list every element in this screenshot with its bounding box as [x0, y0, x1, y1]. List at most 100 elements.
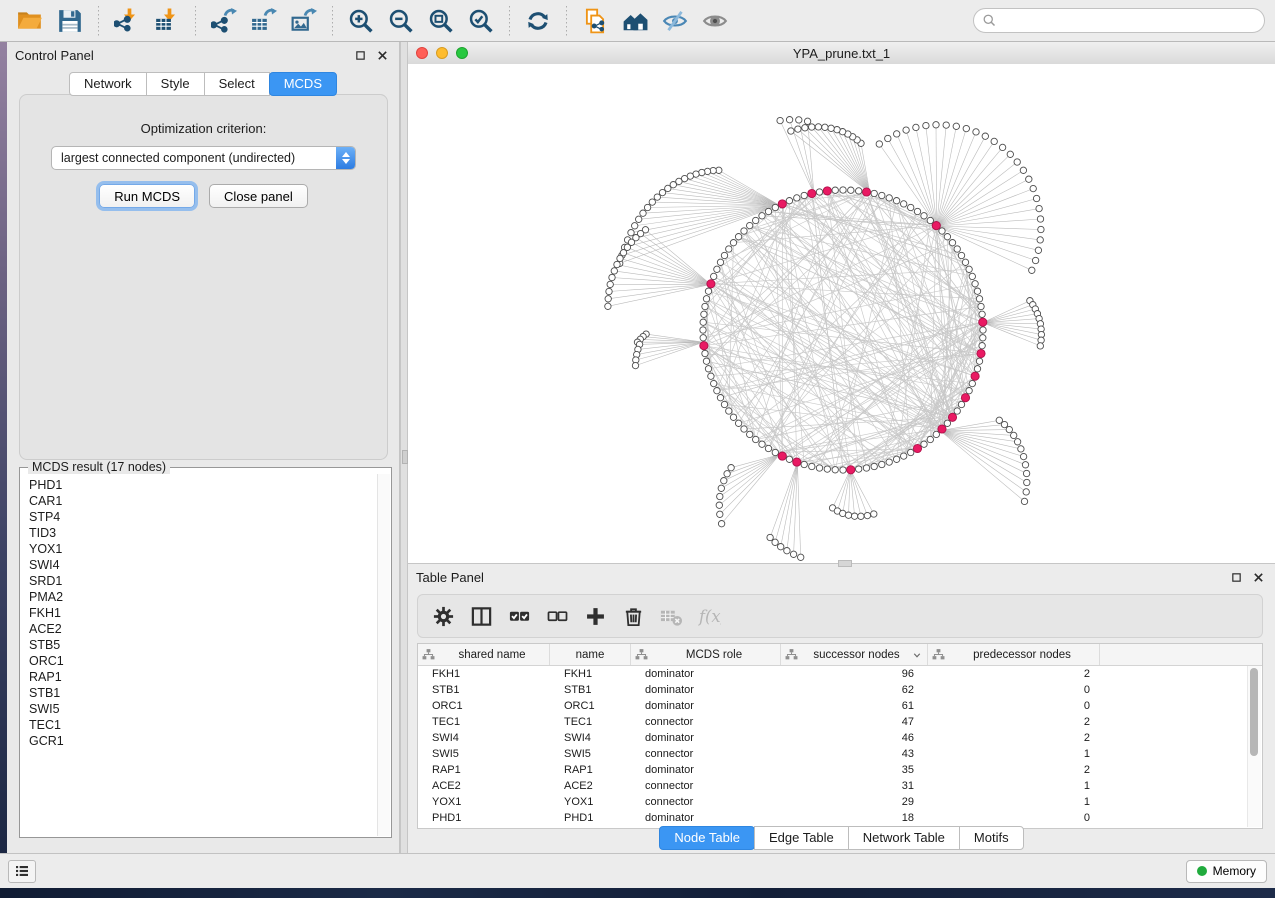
- network-canvas[interactable]: [408, 64, 1275, 563]
- settings-button[interactable]: [425, 598, 461, 634]
- mcds-result-item[interactable]: SWI5: [29, 701, 377, 717]
- cell-name[interactable]: PHD1: [550, 812, 631, 824]
- cell-successor_nodes[interactable]: 35: [781, 764, 928, 776]
- tab-select[interactable]: Select: [204, 72, 270, 96]
- cell-mcds_role[interactable]: connector: [631, 748, 781, 760]
- network-window-titlebar[interactable]: YPA_prune.txt_1: [408, 42, 1275, 65]
- column-header-successor-nodes[interactable]: successor nodes: [781, 644, 928, 665]
- export-network-button[interactable]: [207, 5, 241, 37]
- task-history-button[interactable]: [8, 860, 36, 883]
- cell-shared_name[interactable]: ORC1: [418, 700, 550, 712]
- cell-name[interactable]: ORC1: [550, 700, 631, 712]
- import-table-button[interactable]: [150, 5, 184, 37]
- mcds-result-item[interactable]: STB5: [29, 637, 377, 653]
- control-panel-close-button[interactable]: [373, 46, 391, 64]
- cell-mcds_role[interactable]: connector: [631, 796, 781, 808]
- table-panel-float-button[interactable]: [1227, 568, 1245, 586]
- refresh-button[interactable]: [521, 5, 555, 37]
- cell-shared_name[interactable]: RAP1: [418, 764, 550, 776]
- cell-name[interactable]: ACE2: [550, 780, 631, 792]
- tab-style[interactable]: Style: [146, 72, 205, 96]
- tab-edge-table[interactable]: Edge Table: [754, 826, 849, 850]
- deselect-all-button[interactable]: [539, 598, 575, 634]
- mcds-result-item[interactable]: PMA2: [29, 589, 377, 605]
- network-overview-button[interactable]: [618, 5, 652, 37]
- table-row[interactable]: ORC1ORC1dominator610: [418, 698, 1262, 714]
- cell-predecessor_nodes[interactable]: 0: [928, 812, 1100, 824]
- tab-network-table[interactable]: Network Table: [848, 826, 960, 850]
- vertical-splitter[interactable]: [400, 42, 408, 853]
- mcds-result-item[interactable]: TID3: [29, 525, 377, 541]
- tab-mcds[interactable]: MCDS: [269, 72, 337, 96]
- table-row[interactable]: SWI4SWI4dominator462: [418, 730, 1262, 746]
- column-header-MCDS-role[interactable]: MCDS role: [631, 644, 781, 665]
- mcds-result-item[interactable]: STP4: [29, 509, 377, 525]
- delete-table-button[interactable]: [653, 598, 689, 634]
- mcds-result-item[interactable]: SRD1: [29, 573, 377, 589]
- tab-motifs[interactable]: Motifs: [959, 826, 1024, 850]
- cell-successor_nodes[interactable]: 29: [781, 796, 928, 808]
- zoom-fit-button[interactable]: [424, 5, 458, 37]
- add-row-button[interactable]: [577, 598, 613, 634]
- cell-name[interactable]: SWI5: [550, 748, 631, 760]
- table-row[interactable]: TEC1TEC1connector472: [418, 714, 1262, 730]
- table-row[interactable]: RAP1RAP1dominator352: [418, 762, 1262, 778]
- table-row[interactable]: PHD1PHD1dominator180: [418, 810, 1262, 826]
- cell-successor_nodes[interactable]: 47: [781, 716, 928, 728]
- column-header-name[interactable]: name: [550, 644, 631, 665]
- hide-graphics-button[interactable]: [658, 5, 692, 37]
- mcds-result-item[interactable]: SWI4: [29, 557, 377, 573]
- function-builder-button[interactable]: f(x): [691, 598, 727, 634]
- cell-mcds_role[interactable]: dominator: [631, 668, 781, 680]
- cell-mcds_role[interactable]: connector: [631, 716, 781, 728]
- cell-shared_name[interactable]: SWI4: [418, 732, 550, 744]
- table-row[interactable]: FKH1FKH1dominator962: [418, 666, 1262, 682]
- column-header-predecessor-nodes[interactable]: predecessor nodes: [928, 644, 1100, 665]
- table-row[interactable]: SWI5SWI5connector431: [418, 746, 1262, 762]
- cell-mcds_role[interactable]: dominator: [631, 732, 781, 744]
- cell-shared_name[interactable]: TEC1: [418, 716, 550, 728]
- cell-mcds_role[interactable]: dominator: [631, 812, 781, 824]
- cell-name[interactable]: SWI4: [550, 732, 631, 744]
- mcds-result-item[interactable]: FKH1: [29, 605, 377, 621]
- tab-node-table[interactable]: Node Table: [659, 826, 755, 850]
- table-row[interactable]: YOX1YOX1connector291: [418, 794, 1262, 810]
- mcds-result-item[interactable]: YOX1: [29, 541, 377, 557]
- cell-mcds_role[interactable]: dominator: [631, 684, 781, 696]
- mcds-result-item[interactable]: ACE2: [29, 621, 377, 637]
- close-panel-button[interactable]: Close panel: [209, 184, 308, 208]
- cell-successor_nodes[interactable]: 61: [781, 700, 928, 712]
- cell-shared_name[interactable]: STB1: [418, 684, 550, 696]
- show-graphics-button[interactable]: [698, 5, 732, 37]
- cell-mcds_role[interactable]: dominator: [631, 764, 781, 776]
- cell-shared_name[interactable]: ACE2: [418, 780, 550, 792]
- optimization-criterion-select[interactable]: largest connected component (undirected): [51, 146, 356, 170]
- cell-successor_nodes[interactable]: 43: [781, 748, 928, 760]
- export-table-button[interactable]: [247, 5, 281, 37]
- mcds-result-item[interactable]: TEC1: [29, 717, 377, 733]
- cell-predecessor_nodes[interactable]: 2: [928, 668, 1100, 680]
- mcds-result-item[interactable]: CAR1: [29, 493, 377, 509]
- mcds-result-item[interactable]: RAP1: [29, 669, 377, 685]
- table-row[interactable]: ACE2ACE2connector311: [418, 778, 1262, 794]
- import-network-button[interactable]: [110, 5, 144, 37]
- mcds-result-scrollbar[interactable]: [377, 474, 390, 836]
- cell-predecessor_nodes[interactable]: 2: [928, 732, 1100, 744]
- delete-row-button[interactable]: [615, 598, 651, 634]
- cell-name[interactable]: YOX1: [550, 796, 631, 808]
- mcds-result-item[interactable]: GCR1: [29, 733, 377, 749]
- zoom-out-button[interactable]: [384, 5, 418, 37]
- duplicate-network-button[interactable]: [578, 5, 612, 37]
- search-input[interactable]: [997, 10, 1256, 32]
- cell-shared_name[interactable]: PHD1: [418, 812, 550, 824]
- mcds-result-item[interactable]: ORC1: [29, 653, 377, 669]
- mcds-result-item[interactable]: STB1: [29, 685, 377, 701]
- mcds-result-item[interactable]: PHD1: [29, 477, 377, 493]
- cell-successor_nodes[interactable]: 62: [781, 684, 928, 696]
- cell-mcds_role[interactable]: connector: [631, 780, 781, 792]
- columns-button[interactable]: [463, 598, 499, 634]
- cell-predecessor_nodes[interactable]: 1: [928, 796, 1100, 808]
- cell-successor_nodes[interactable]: 31: [781, 780, 928, 792]
- cell-predecessor_nodes[interactable]: 1: [928, 748, 1100, 760]
- table-scrollbar[interactable]: [1247, 666, 1261, 827]
